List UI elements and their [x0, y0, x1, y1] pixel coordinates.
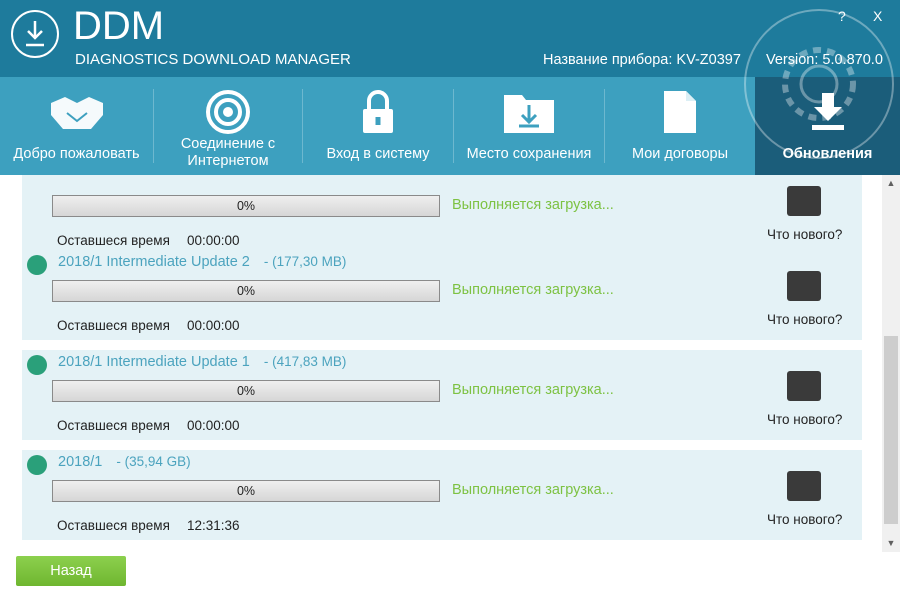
document-icon: [664, 91, 696, 133]
download-progress-bar: 0%: [52, 195, 440, 217]
nav-internet[interactable]: Соединение с Интернетом: [154, 77, 302, 175]
scroll-up-arrow-icon[interactable]: ▲: [882, 175, 900, 192]
whats-new-icon[interactable]: [787, 186, 821, 216]
help-button[interactable]: ?: [838, 8, 846, 24]
download-status: Выполняется загрузка...: [452, 482, 614, 498]
app-title: DDM: [73, 4, 165, 48]
download-size: - (177,30 MB): [263, 254, 347, 269]
nav-updates[interactable]: Обновления: [755, 77, 900, 175]
download-item: 0% Выполняется загрузка... Оставшеся вре…: [22, 175, 862, 255]
version-info: Version: 5.0.870.0: [766, 52, 883, 68]
whats-new-icon[interactable]: [787, 471, 821, 501]
remaining-time-value: 00:00:00: [187, 233, 240, 248]
whats-new-link[interactable]: Что нового?: [767, 412, 842, 427]
whats-new-link[interactable]: Что нового?: [767, 312, 842, 327]
remaining-time-label: Оставшеся время: [57, 318, 170, 333]
scrollbar-thumb[interactable]: [884, 336, 898, 524]
download-name: 2018/1 Intermediate Update 1 - (417,83 M…: [58, 354, 346, 370]
back-button[interactable]: Назад: [16, 556, 126, 586]
download-title: 2018/1 Intermediate Update 2: [58, 254, 250, 270]
download-progress-percent: 0%: [236, 384, 256, 398]
download-item: 2018/1 Intermediate Update 1 - (417,83 M…: [22, 350, 862, 440]
whats-new-link[interactable]: Что нового?: [767, 512, 842, 527]
download-title: 2018/1 Intermediate Update 1: [58, 354, 250, 370]
app-header: DDM DIAGNOSTICS DOWNLOAD MANAGER Названи…: [0, 0, 900, 77]
remaining-time-value: 00:00:00: [187, 418, 240, 433]
downloads-list: 0% Выполняется загрузка... Оставшеся вре…: [0, 175, 882, 552]
close-button[interactable]: X: [873, 8, 882, 24]
footer: Назад: [0, 552, 900, 600]
folder-download-icon: [504, 95, 554, 133]
remaining-time-value: 00:00:00: [187, 318, 240, 333]
download-status: Выполняется загрузка...: [452, 197, 614, 213]
download-status: Выполняется загрузка...: [452, 282, 614, 298]
app-logo-download-icon: [11, 10, 59, 58]
whats-new-icon[interactable]: [787, 271, 821, 301]
app-subtitle: DIAGNOSTICS DOWNLOAD MANAGER: [75, 51, 351, 68]
nav-save-location-label: Место сохранения: [466, 146, 592, 162]
download-icon: [811, 93, 844, 130]
handshake-icon: [50, 97, 103, 129]
remaining-time-label: Оставшеся время: [57, 233, 170, 248]
download-progress-percent: 0%: [236, 199, 256, 213]
nav-internet-label: Соединение с Интернетом: [180, 136, 276, 169]
device-name: Название прибора: KV-Z0397: [543, 52, 741, 68]
download-progress-percent: 0%: [236, 484, 256, 498]
scroll-down-arrow-icon[interactable]: ▼: [882, 535, 900, 552]
remaining-time-label: Оставшеся время: [57, 418, 170, 433]
wifi-signal-icon: [206, 90, 250, 134]
download-progress-bar: 0%: [52, 280, 440, 302]
lock-icon: [363, 90, 393, 133]
download-status: Выполняется загрузка...: [452, 382, 614, 398]
nav-welcome[interactable]: Добро пожаловать: [0, 77, 153, 175]
download-progress-percent: 0%: [236, 284, 256, 298]
whats-new-link[interactable]: Что нового?: [767, 227, 842, 242]
nav-contracts-label: Мои договоры: [631, 146, 729, 162]
nav-login[interactable]: Вход в систему: [303, 77, 453, 175]
download-circle-icon: [27, 255, 47, 275]
download-progress-bar: 0%: [52, 380, 440, 402]
download-progress-bar: 0%: [52, 480, 440, 502]
nav-login-label: Вход в систему: [326, 146, 430, 162]
download-circle-icon: [27, 455, 47, 475]
nav-welcome-label: Добро пожаловать: [13, 146, 140, 162]
remaining-time-value: 12:31:36: [187, 518, 240, 533]
download-item: 2018/1 Intermediate Update 2 - (177,30 M…: [22, 250, 862, 340]
main-navigation: Добро пожаловать Соединение с Интернетом…: [0, 77, 900, 175]
download-title: 2018/1: [58, 454, 103, 470]
remaining-time-label: Оставшеся время: [57, 518, 170, 533]
nav-updates-label: Обновления: [782, 146, 873, 162]
nav-contracts[interactable]: Мои договоры: [605, 77, 755, 175]
download-name: 2018/1 Intermediate Update 2 - (177,30 M…: [58, 254, 346, 270]
download-size: - (417,83 MB): [263, 354, 347, 369]
download-name: 2018/1 - (35,94 GB): [58, 454, 191, 470]
vertical-scrollbar[interactable]: ▲ ▼: [882, 175, 900, 552]
nav-save-location[interactable]: Место сохранения: [454, 77, 604, 175]
download-circle-icon: [27, 355, 47, 375]
download-size: - (35,94 GB): [116, 454, 191, 469]
whats-new-icon[interactable]: [787, 371, 821, 401]
download-item: 2018/1 - (35,94 GB) 0% Выполняется загру…: [22, 450, 862, 540]
